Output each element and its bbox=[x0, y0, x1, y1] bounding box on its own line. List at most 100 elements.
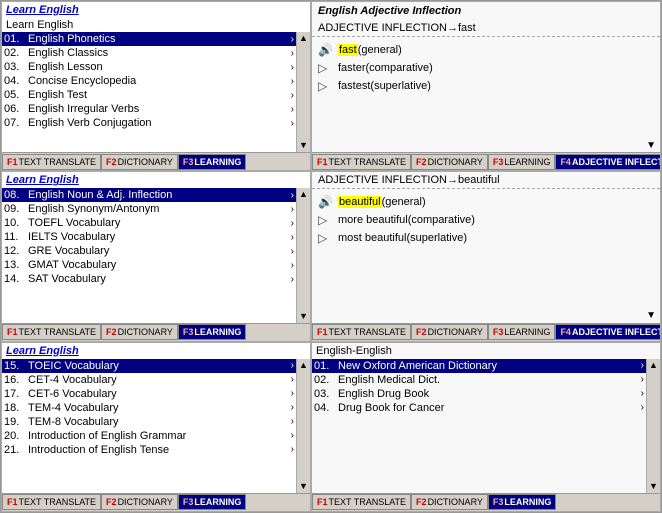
adjective-heading-fast: ADJECTIVE INFLECTION→fast bbox=[312, 20, 660, 36]
list-item-text: English Synonym/Antonym bbox=[28, 203, 291, 215]
tab-label: TEXT TRANSLATE bbox=[19, 157, 97, 167]
scroll-indicator-top-right: ▼ bbox=[312, 138, 660, 152]
adj-row: ▷faster (comparative) bbox=[318, 59, 654, 77]
footer-tab-learning[interactable]: F3LEARNING bbox=[488, 154, 556, 170]
scroll-up-top-left[interactable]: ▲ bbox=[299, 34, 308, 43]
list-item[interactable]: 01.New Oxford American Dictionary› bbox=[312, 359, 646, 373]
tab-key: F4 bbox=[560, 327, 571, 337]
list-item[interactable]: 21.Introduction of English Tense› bbox=[2, 443, 296, 457]
list-item[interactable]: 08.English Noun & Adj. Inflection› bbox=[2, 188, 296, 202]
adj-row: ▷most beautiful (superlative) bbox=[318, 229, 654, 247]
list-item[interactable]: 03.English Lesson› bbox=[2, 60, 296, 74]
list-item[interactable]: 20.Introduction of English Grammar› bbox=[2, 429, 296, 443]
list-item-arrow: › bbox=[291, 204, 294, 215]
footer-tab-learning[interactable]: F3LEARNING bbox=[488, 324, 556, 340]
scroll-down-icon-mr[interactable]: ▼ bbox=[646, 310, 656, 321]
adj-suffix: (comparative) bbox=[366, 62, 433, 74]
list-item[interactable]: 02.English Classics› bbox=[2, 46, 296, 60]
list-item-arrow: › bbox=[291, 360, 294, 371]
list-item[interactable]: 17.CET-6 Vocabulary› bbox=[2, 387, 296, 401]
footer-tab-dictionary[interactable]: F2DICTIONARY bbox=[101, 324, 178, 340]
footer-tab-learning[interactable]: F3LEARNING bbox=[178, 494, 247, 510]
footer-tab-learning[interactable]: F3LEARNING bbox=[488, 494, 557, 510]
tab-label: DICTIONARY bbox=[118, 497, 173, 507]
scroll-bar-top-left[interactable]: ▲ ▼ bbox=[296, 32, 310, 152]
footer-tab-text-translate[interactable]: F1TEXT TRANSLATE bbox=[2, 154, 101, 170]
list-item-text: TOEFL Vocabulary bbox=[28, 217, 291, 229]
panel-bot-left-list: 15.TOEIC Vocabulary›16.CET-4 Vocabulary›… bbox=[2, 359, 296, 493]
list-item[interactable]: 07.English Verb Conjugation› bbox=[2, 116, 296, 130]
scroll-bar-mid-left[interactable]: ▲ ▼ bbox=[296, 188, 310, 322]
panel-bot-right-footer: F1TEXT TRANSLATEF2DICTIONARYF3LEARNING bbox=[312, 493, 660, 511]
footer-tab-text-translate[interactable]: F1TEXT TRANSLATE bbox=[312, 494, 411, 510]
list-item[interactable]: 03.English Drug Book› bbox=[312, 387, 646, 401]
footer-tab-dictionary[interactable]: F2DICTIONARY bbox=[411, 154, 488, 170]
footer-tab-text-translate[interactable]: F1TEXT TRANSLATE bbox=[2, 324, 101, 340]
list-item-arrow: › bbox=[291, 104, 294, 115]
list-item[interactable]: 10.TOEFL Vocabulary› bbox=[2, 216, 296, 230]
scroll-down-top-left[interactable]: ▼ bbox=[299, 141, 308, 150]
footer-tab-text-translate[interactable]: F1TEXT TRANSLATE bbox=[312, 324, 411, 340]
scroll-down-bot-left[interactable]: ▼ bbox=[299, 482, 308, 491]
footer-tab-learning[interactable]: F3LEARNING bbox=[178, 154, 247, 170]
list-item[interactable]: 02.English Medical Dict.› bbox=[312, 373, 646, 387]
list-item[interactable]: 09.English Synonym/Antonym› bbox=[2, 202, 296, 216]
list-item-num: 01. bbox=[4, 33, 28, 45]
tab-key: F2 bbox=[416, 497, 427, 507]
footer-tab-dictionary[interactable]: F2DICTIONARY bbox=[411, 494, 488, 510]
tab-key: F3 bbox=[183, 157, 194, 167]
scroll-up-bot-right[interactable]: ▲ bbox=[649, 361, 658, 370]
scroll-down-mid-left[interactable]: ▼ bbox=[299, 312, 308, 321]
list-item[interactable]: 05.English Test› bbox=[2, 88, 296, 102]
adjective-word-beautiful: beautiful bbox=[458, 174, 500, 186]
adj-suffix: (superlative) bbox=[406, 232, 467, 244]
list-item[interactable]: 04.Concise Encyclopedia› bbox=[2, 74, 296, 88]
list-item-arrow: › bbox=[291, 374, 294, 385]
list-item[interactable]: 16.CET-4 Vocabulary› bbox=[2, 373, 296, 387]
list-item-num: 03. bbox=[4, 61, 28, 73]
list-item[interactable]: 14.SAT Vocabulary› bbox=[2, 272, 296, 286]
list-item-text: English Drug Book bbox=[338, 388, 641, 400]
footer-tab-text-translate[interactable]: F1TEXT TRANSLATE bbox=[312, 154, 411, 170]
scroll-bar-bot-right[interactable]: ▲ ▼ bbox=[646, 359, 660, 493]
list-item-arrow: › bbox=[291, 48, 294, 59]
adj-highlighted-word: beautiful bbox=[338, 196, 382, 208]
list-item[interactable]: 13.GMAT Vocabulary› bbox=[2, 258, 296, 272]
scroll-up-mid-left[interactable]: ▲ bbox=[299, 190, 308, 199]
footer-tab-dictionary[interactable]: F2DICTIONARY bbox=[411, 324, 488, 340]
list-item[interactable]: 04.Drug Book for Cancer› bbox=[312, 401, 646, 415]
scroll-down-bot-right[interactable]: ▼ bbox=[649, 482, 658, 491]
adj-word: more beautiful bbox=[338, 214, 408, 226]
list-item[interactable]: 11.IELTS Vocabulary› bbox=[2, 230, 296, 244]
list-item-arrow: › bbox=[291, 430, 294, 441]
footer-tab-dictionary[interactable]: F2DICTIONARY bbox=[101, 154, 178, 170]
scroll-bar-bot-left[interactable]: ▲ ▼ bbox=[296, 359, 310, 493]
list-item[interactable]: 06.English Irregular Verbs› bbox=[2, 102, 296, 116]
list-item-arrow: › bbox=[291, 232, 294, 243]
list-item-text: English Test bbox=[28, 89, 291, 101]
list-item-text: GRE Vocabulary bbox=[28, 245, 291, 257]
scroll-down-icon-tr[interactable]: ▼ bbox=[646, 140, 656, 151]
footer-tab-dictionary[interactable]: F2DICTIONARY bbox=[101, 494, 178, 510]
panel-mid-left-title: Learn English bbox=[2, 172, 310, 188]
list-item[interactable]: 15.TOEIC Vocabulary› bbox=[2, 359, 296, 373]
footer-tab-learning[interactable]: F3LEARNING bbox=[178, 324, 247, 340]
panel-mid-right-footer: F1TEXT TRANSLATEF2DICTIONARYF3LEARNINGF4… bbox=[312, 323, 660, 341]
list-item[interactable]: 12.GRE Vocabulary› bbox=[2, 244, 296, 258]
footer-tab-adjective-inflection[interactable]: F4ADJECTIVE INFLECTION bbox=[555, 324, 661, 340]
scroll-up-bot-left[interactable]: ▲ bbox=[299, 361, 308, 370]
list-item-text: IELTS Vocabulary bbox=[28, 231, 291, 243]
panel-top-left-footer: F1TEXT TRANSLATEF2DICTIONARYF3LEARNING bbox=[2, 152, 310, 170]
list-item-num: 08. bbox=[4, 189, 28, 201]
footer-tab-adjective-inflection[interactable]: F4ADJECTIVE INFLECTION bbox=[555, 154, 661, 170]
footer-tab-text-translate[interactable]: F1TEXT TRANSLATE bbox=[2, 494, 101, 510]
list-item[interactable]: 18.TEM-4 Vocabulary› bbox=[2, 401, 296, 415]
tab-label: LEARNING bbox=[194, 497, 241, 507]
list-item-num: 19. bbox=[4, 416, 28, 428]
list-item[interactable]: 01.English Phonetics› bbox=[2, 32, 296, 46]
list-item-text: English Verb Conjugation bbox=[28, 117, 291, 129]
list-item[interactable]: 19.TEM-8 Vocabulary› bbox=[2, 415, 296, 429]
scroll-indicator-mid-right: ▼ bbox=[312, 309, 660, 323]
list-item-arrow: › bbox=[641, 402, 644, 413]
adj-row: 🔊beautiful (general) bbox=[318, 193, 654, 211]
